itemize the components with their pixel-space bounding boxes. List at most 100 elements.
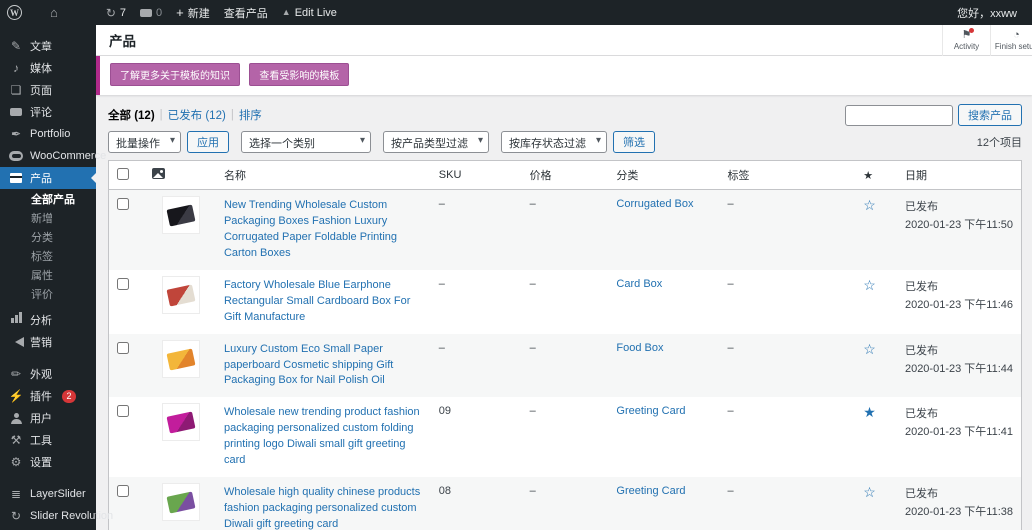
sidebar-item-woocommerce[interactable]: WooCommerce: [0, 145, 96, 167]
wordpress-menu-button[interactable]: W: [0, 0, 29, 25]
featured-star-outline-icon[interactable]: ☆: [863, 197, 876, 213]
sidebar-item-label: 设置: [30, 454, 52, 470]
product-status: 已发布: [905, 405, 1013, 421]
product-status: 已发布: [905, 278, 1013, 294]
portfolio-pin-icon: ✒: [9, 127, 23, 141]
product-checkbox[interactable]: [117, 485, 129, 497]
sidebar-item-media[interactable]: ♪媒体: [0, 57, 96, 79]
edit-live-button[interactable]: ▲ Edit Live: [275, 0, 344, 25]
table-header-row: 名称 SKU 价格 分类 标签 ★ 日期: [109, 161, 1022, 190]
search-input[interactable]: [845, 105, 953, 126]
filter-button[interactable]: 筛选: [613, 131, 655, 153]
product-sku: –: [439, 198, 445, 210]
select-all-checkbox[interactable]: [117, 168, 129, 180]
page-title: 产品: [109, 30, 136, 50]
sidebar-item-slider-revolution[interactable]: ↻Slider Revolution: [0, 505, 96, 527]
sidebar-item-layerslider[interactable]: ≣LayerSlider: [0, 483, 96, 505]
search-products-button[interactable]: 搜索产品: [958, 104, 1022, 126]
product-thumbnail[interactable]: [162, 483, 200, 521]
product-checkbox[interactable]: [117, 342, 129, 354]
sidebar-item-settings[interactable]: ⚙设置: [0, 451, 96, 473]
finish-setup-button[interactable]: ◔ Finish setup: [990, 25, 1032, 56]
learn-templates-button[interactable]: 了解更多关于模板的知识: [110, 63, 240, 86]
updates-icon: ↻: [106, 7, 116, 19]
product-title-link[interactable]: Wholesale new trending product fashion p…: [224, 405, 423, 469]
product-thumbnail[interactable]: [162, 403, 200, 441]
sidebar-item-marketing[interactable]: 营销: [0, 331, 96, 353]
product-type-filter-select[interactable]: 按产品类型过滤 ▾: [383, 131, 489, 153]
product-category-link[interactable]: Greeting Card: [616, 405, 685, 417]
product-title-link[interactable]: New Trending Wholesale Custom Packaging …: [224, 198, 423, 262]
sidebar-item-comments[interactable]: 评论: [0, 101, 96, 123]
product-thumbnail[interactable]: [162, 276, 200, 314]
view-affected-templates-button[interactable]: 查看受影响的模板: [249, 63, 349, 86]
product-tags: –: [727, 342, 733, 354]
sidebar-item-plugins[interactable]: ⚡插件2: [0, 385, 96, 407]
activity-button[interactable]: ⚑ Activity: [942, 25, 990, 56]
product-title-link[interactable]: Wholesale high quality chinese products …: [224, 485, 423, 530]
category-filter-select[interactable]: 选择一个类别 ▾: [241, 131, 371, 153]
sidebar-item-label: 外观: [30, 366, 52, 382]
wordpress-logo-icon: W: [7, 5, 22, 20]
product-category-link[interactable]: Card Box: [616, 278, 662, 290]
sidebar-subitem-add-new[interactable]: 新增: [0, 210, 96, 229]
featured-star-outline-icon[interactable]: ☆: [863, 277, 876, 293]
sidebar-item-products[interactable]: 产品: [0, 167, 96, 189]
product-checkbox[interactable]: [117, 278, 129, 290]
sidebar-item-users[interactable]: 用户: [0, 407, 96, 429]
view-filter-0[interactable]: 全部 (12): [108, 107, 155, 123]
product-checkbox[interactable]: [117, 405, 129, 417]
view-filter-1[interactable]: 已发布 (12): [168, 107, 226, 123]
sidebar-item-label: 文章: [30, 38, 52, 54]
items-count: 12个项目: [977, 134, 1022, 150]
sidebar-item-label: 分析: [30, 312, 52, 328]
products-table: 名称 SKU 价格 分类 标签 ★ 日期 New Trending Wholes…: [108, 160, 1022, 530]
sidebar-subitem-tags[interactable]: 标签: [0, 248, 96, 267]
product-category-link[interactable]: Food Box: [616, 342, 663, 354]
bulk-action-select[interactable]: 批量操作 ▾: [108, 131, 181, 153]
product-checkbox[interactable]: [117, 198, 129, 210]
sidebar-subitem-attributes[interactable]: 属性: [0, 267, 96, 286]
featured-star-filled-icon[interactable]: ★: [863, 404, 876, 420]
sidebar-item-portfolio[interactable]: ✒Portfolio: [0, 123, 96, 145]
product-category-link[interactable]: Greeting Card: [616, 485, 685, 497]
column-header-date[interactable]: 日期: [897, 161, 1022, 190]
column-header-price[interactable]: 价格: [522, 161, 609, 190]
apply-button[interactable]: 应用: [187, 131, 229, 153]
comments-count: 0: [156, 7, 162, 19]
sidebar-item-analytics[interactable]: 分析: [0, 309, 96, 331]
product-thumbnail[interactable]: [162, 340, 200, 378]
product-price: –: [530, 278, 536, 290]
product-category-link[interactable]: Corrugated Box: [616, 198, 693, 210]
chevron-down-icon: ▾: [478, 135, 483, 146]
visit-site-button[interactable]: ⌂: [43, 0, 65, 25]
sidebar-item-pages[interactable]: ❏页面: [0, 79, 96, 101]
product-thumbnail[interactable]: [162, 196, 200, 234]
template-notice: 了解更多关于模板的知识 查看受影响的模板: [96, 56, 1032, 95]
users-icon: [9, 413, 23, 424]
comments-button[interactable]: 0: [133, 0, 169, 25]
stock-status-filter-select[interactable]: 按库存状态过滤 ▾: [501, 131, 607, 153]
featured-star-outline-icon[interactable]: ☆: [863, 484, 876, 500]
product-title-link[interactable]: Factory Wholesale Blue Earphone Rectangu…: [224, 278, 423, 326]
view-product-button[interactable]: 查看产品: [217, 0, 275, 25]
view-product-label: 查看产品: [224, 5, 268, 21]
sidebar-item-posts[interactable]: ✎文章: [0, 35, 96, 57]
sidebar-item-tools[interactable]: ⚒工具: [0, 429, 96, 451]
account-greeting[interactable]: 您好，xxww: [950, 0, 1024, 25]
main-content: 产品 ⚑ Activity ◔ Finish setup 了解更多关于模板的知识…: [96, 25, 1032, 530]
updates-button[interactable]: ↻ 7: [99, 0, 133, 25]
column-header-sku[interactable]: SKU: [431, 161, 522, 190]
sidebar-subitem-reviews[interactable]: 评价: [0, 286, 96, 305]
sidebar-subitem-all-products[interactable]: 全部产品: [0, 191, 96, 210]
new-content-button[interactable]: + 新建: [169, 0, 217, 25]
column-header-name[interactable]: 名称: [216, 161, 431, 190]
updates-count: 7: [120, 7, 126, 19]
product-title-link[interactable]: Luxury Custom Eco Small Paper paperboard…: [224, 342, 423, 390]
view-filter-2[interactable]: 排序: [239, 107, 262, 123]
product-tags: –: [727, 198, 733, 210]
sidebar-subitem-categories[interactable]: 分类: [0, 229, 96, 248]
featured-star-outline-icon[interactable]: ☆: [863, 341, 876, 357]
sidebar-item-appearance[interactable]: ✏外观: [0, 363, 96, 385]
product-row: Wholesale new trending product fashion p…: [109, 397, 1022, 477]
